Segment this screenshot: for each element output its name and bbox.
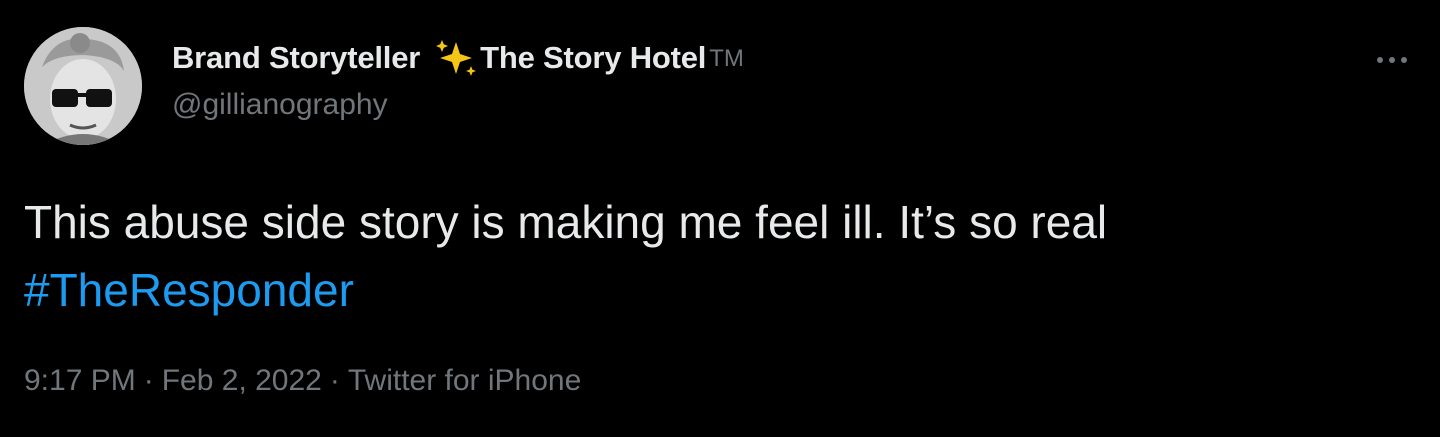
tweet-source[interactable]: Twitter for iPhone [348, 364, 581, 397]
tweet-date[interactable]: Feb 2, 2022 [162, 364, 322, 397]
tweet-text-line: This abuse side story is making me feel … [24, 196, 1108, 248]
meta-separator: · [329, 364, 340, 397]
meta-separator: · [143, 364, 154, 397]
hashtag-link[interactable]: #TheResponder [24, 256, 1414, 324]
tweet-metadata: 9:17 PM · Feb 2, 2022 · Twitter for iPhone [24, 364, 581, 398]
tweet-card: Brand Storyteller The Story Hotel TM @gi… [0, 0, 1440, 437]
display-name[interactable]: Brand Storyteller [172, 40, 420, 76]
trademark-label: TM [709, 45, 744, 72]
tweet-text: This abuse side story is making me feel … [24, 188, 1414, 324]
author-handle[interactable]: @gillianography [172, 88, 388, 122]
more-dot-icon [1401, 57, 1407, 63]
sparkles-icon [434, 38, 478, 78]
tweet-time[interactable]: 9:17 PM [24, 364, 136, 397]
more-options-button[interactable] [1362, 42, 1422, 78]
more-dot-icon [1377, 57, 1383, 63]
avatar-image [24, 27, 142, 145]
author-name-row[interactable]: Brand Storyteller The Story Hotel TM [172, 38, 744, 78]
avatar[interactable] [24, 27, 142, 145]
more-dot-icon [1389, 57, 1395, 63]
display-name-suffix[interactable]: The Story Hotel [480, 40, 706, 76]
